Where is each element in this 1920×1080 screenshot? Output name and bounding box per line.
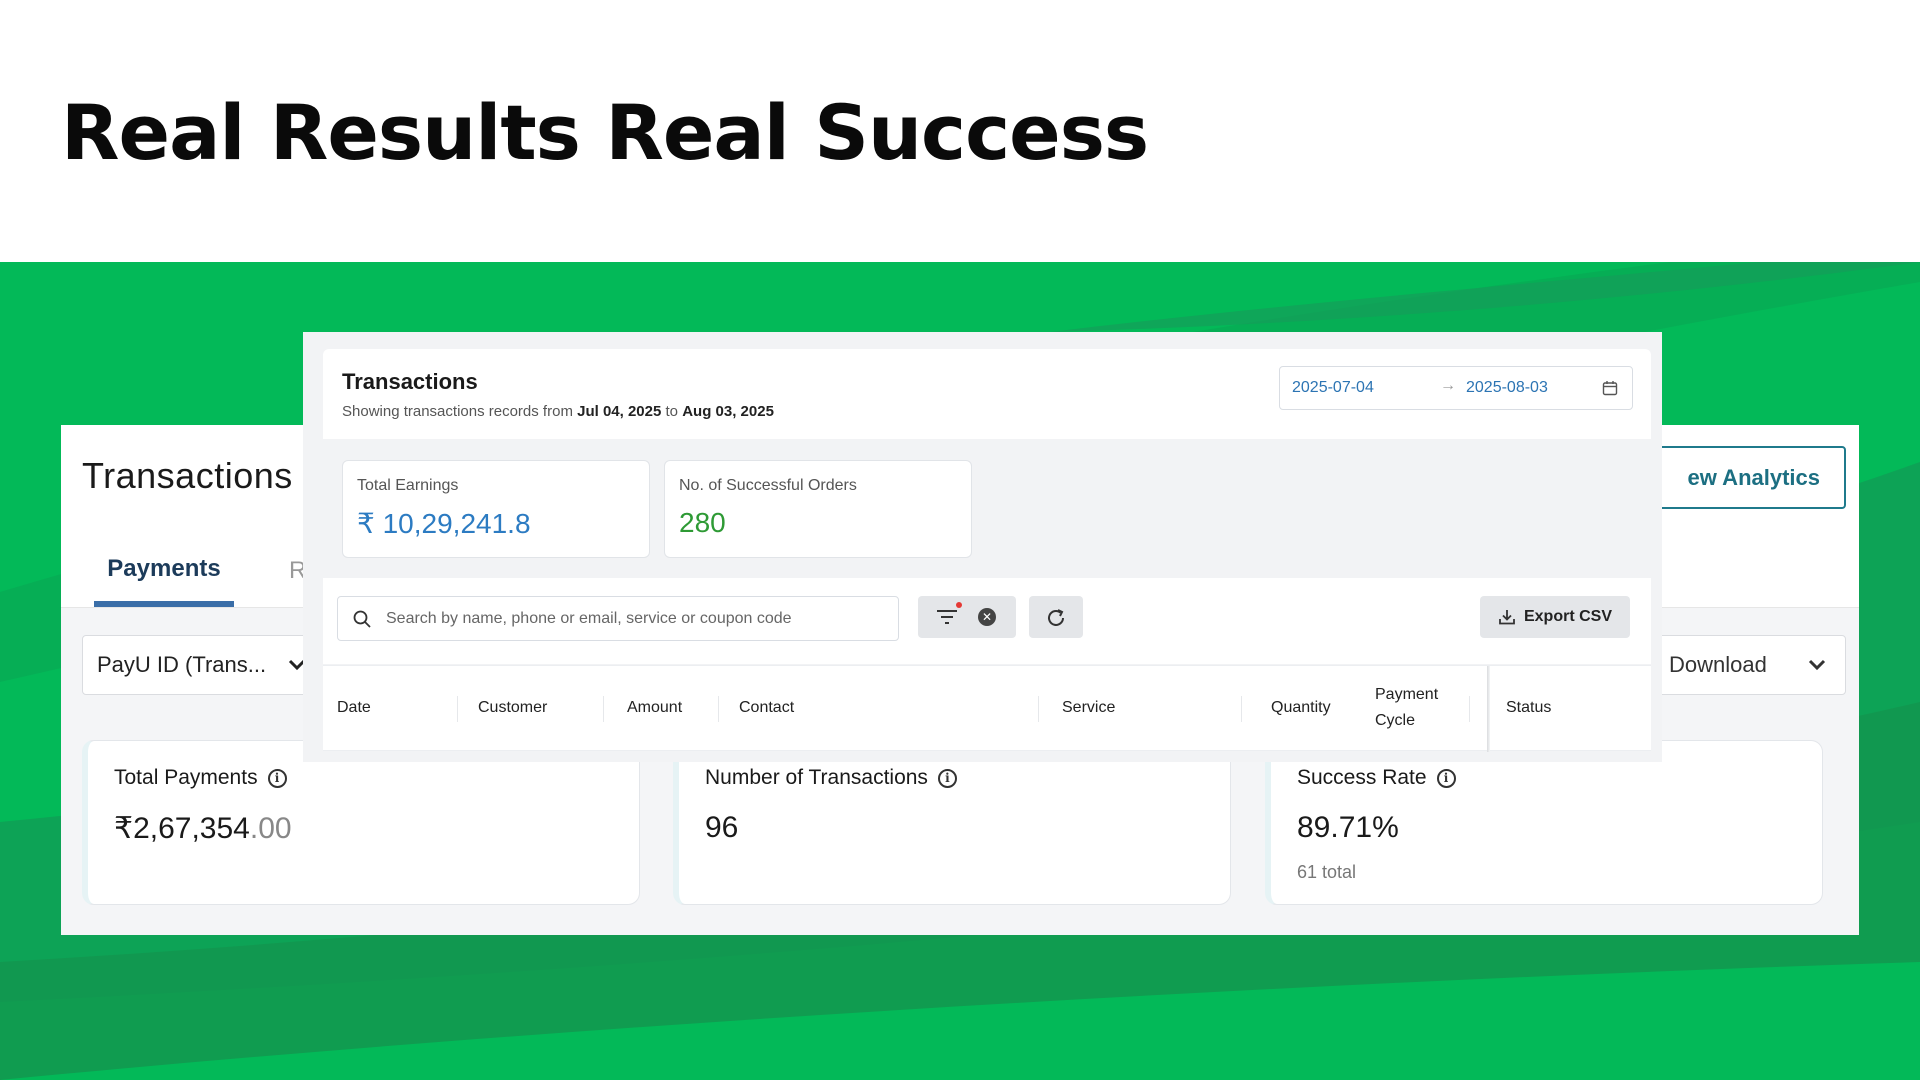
column-divider: [1241, 696, 1242, 722]
id-type-select[interactable]: PayU ID (Trans...: [82, 635, 322, 695]
column-header-customer[interactable]: Customer: [478, 699, 547, 717]
column-divider: [1038, 696, 1039, 722]
chevron-down-icon: [1808, 659, 1826, 671]
search-icon: [353, 610, 371, 628]
table-header-row: Date Customer Amount Contact Service Qua…: [323, 665, 1651, 752]
total-payments-card: Total Payments i ₹2,67,354.00: [82, 740, 640, 905]
kpi-value: 280: [679, 507, 726, 538]
sticky-column-shadow: [1487, 666, 1490, 752]
refresh-icon: [1048, 609, 1064, 626]
total-earnings-card: Total Earnings ₹ 10,29,241.8: [342, 460, 650, 558]
export-label: Export CSV: [1523, 608, 1612, 625]
number-of-transactions-card: Number of Transactions i 96: [673, 740, 1231, 905]
column-divider: [457, 696, 458, 722]
table-toolbar: ✕ Export CSV: [323, 578, 1651, 664]
kpi-label: No. of Successful Orders: [679, 477, 857, 494]
column-header-cycle[interactable]: Cycle: [1375, 712, 1415, 730]
end-date[interactable]: 2025-08-03: [1466, 379, 1548, 397]
card-label: Total Payments: [114, 766, 258, 789]
kpi-value: ₹ 10,29,241.8: [357, 508, 531, 539]
arrow-right-icon: →: [1440, 377, 1456, 394]
card-subtext: 61 total: [1297, 862, 1357, 882]
date-range-picker[interactable]: 2025-07-04 → 2025-08-03: [1279, 366, 1633, 410]
export-csv-button[interactable]: Export CSV: [1480, 596, 1630, 638]
column-header-contact[interactable]: Contact: [739, 699, 794, 717]
card-value: 89.71%: [1297, 811, 1399, 844]
info-icon[interactable]: i: [1436, 768, 1456, 788]
page-headline: Real Results Real Success: [61, 88, 1149, 177]
filter-icon: [937, 610, 957, 624]
success-rate-card: Success Rate i 89.71% 61 total: [1265, 740, 1823, 905]
search-input[interactable]: [386, 607, 886, 631]
tab-payments[interactable]: Payments: [94, 555, 234, 583]
column-header-service[interactable]: Service: [1062, 699, 1115, 717]
column-header-date[interactable]: Date: [337, 699, 371, 717]
active-filter-dot: [956, 602, 962, 608]
card-value: 96: [705, 811, 739, 844]
panel-title: Transactions: [342, 369, 478, 394]
transactions-header: Transactions Showing transactions record…: [323, 349, 1651, 439]
kpi-label: Total Earnings: [357, 477, 459, 494]
column-header-payment[interactable]: Payment: [1375, 686, 1438, 704]
filter-button[interactable]: ✕: [918, 596, 1016, 638]
select-value: PayU ID (Trans...: [97, 652, 267, 677]
card-label: Success Rate: [1297, 766, 1427, 789]
column-divider: [718, 696, 719, 722]
refresh-button[interactable]: [1029, 596, 1083, 638]
start-date[interactable]: 2025-07-04: [1292, 379, 1374, 397]
column-header-amount[interactable]: Amount: [627, 699, 682, 717]
search-box[interactable]: [337, 596, 899, 641]
download-icon: [1499, 610, 1515, 625]
card-value: ₹2,67,354.00: [114, 812, 292, 845]
info-icon[interactable]: i: [267, 768, 287, 788]
info-icon[interactable]: i: [937, 768, 957, 788]
calendar-icon[interactable]: [1602, 380, 1618, 396]
panel-title: Transactions: [82, 455, 293, 496]
column-divider: [603, 696, 604, 722]
column-header-status[interactable]: Status: [1506, 699, 1551, 717]
successful-orders-card: No. of Successful Orders 280: [664, 460, 972, 558]
foreground-transactions-panel: Transactions Showing transactions record…: [303, 332, 1662, 762]
records-range-text: Showing transactions records from Jul 04…: [342, 403, 774, 420]
clear-filter-icon[interactable]: ✕: [978, 608, 996, 626]
column-header-quantity[interactable]: Quantity: [1271, 699, 1331, 717]
download-label: Download: [1669, 652, 1767, 677]
download-dropdown[interactable]: Download: [1638, 635, 1846, 695]
card-label: Number of Transactions: [705, 766, 928, 789]
column-divider: [1469, 696, 1470, 722]
